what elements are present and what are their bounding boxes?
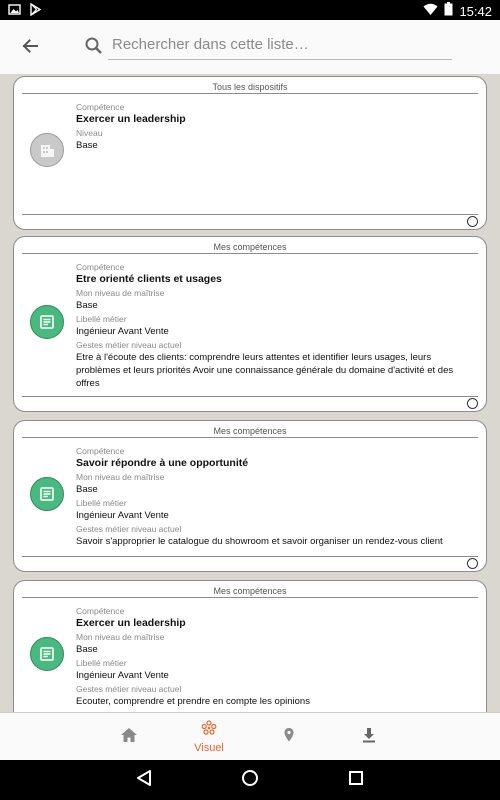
gallery-notification-icon (8, 3, 21, 21)
field-label: Mon niveau de maîtrise (76, 288, 165, 298)
system-back-button[interactable] (134, 769, 154, 792)
search-input[interactable] (108, 30, 452, 60)
field-value: Savoir s'approprier le catalogue du show… (76, 536, 443, 547)
competence-list[interactable]: Tous les dispositifs Compétence Exercer … (0, 74, 500, 712)
field-label: Compétence (76, 606, 125, 616)
battery-icon (444, 2, 453, 21)
divider (22, 437, 478, 438)
divider (22, 93, 478, 94)
square-recents-icon (348, 770, 364, 791)
field-value: Etre à l'écoute des clients: comprendre … (76, 352, 454, 389)
list-card[interactable]: Mes compétences Compétence Etre orienté … (13, 236, 487, 412)
field-label: Mon niveau de maîtrise (76, 472, 165, 482)
bottom-navigation: Visuel (0, 712, 500, 760)
document-icon (30, 637, 64, 671)
field-value: Base (76, 300, 98, 311)
card-body: Compétence Etre orienté clients et usage… (76, 261, 476, 391)
divider (22, 214, 478, 215)
location-pin-icon (283, 727, 295, 748)
play-store-notification-icon (29, 2, 42, 21)
competence-title: Etre orienté clients et usages (76, 273, 222, 285)
nav-home[interactable] (99, 713, 159, 761)
nav-label: Visuel (194, 742, 224, 754)
field-value: Ingénieur Avant Vente (76, 510, 169, 521)
field-value: Ingénieur Avant Vente (76, 670, 169, 681)
wifi-icon (423, 3, 438, 21)
status-bar: 15:42 (0, 0, 500, 20)
field-label: Libellé métier (76, 658, 127, 668)
divider (22, 253, 478, 254)
system-home-button[interactable] (240, 769, 260, 792)
list-card[interactable]: Mes compétences Compétence Savoir répond… (13, 420, 487, 572)
divider (22, 396, 478, 397)
field-value: Base (76, 644, 98, 655)
card-body: Compétence Exercer un leadership Mon niv… (76, 605, 476, 709)
triangle-back-icon (136, 769, 152, 792)
card-header: Mes compétences (213, 242, 287, 252)
nav-location[interactable] (259, 713, 319, 761)
select-radio[interactable] (467, 398, 478, 409)
card-header: Mes compétences (213, 586, 287, 596)
field-label: Libellé métier (76, 498, 127, 508)
card-body: Compétence Savoir répondre à une opportu… (76, 445, 476, 549)
back-button[interactable] (16, 34, 44, 62)
select-radio[interactable] (467, 558, 478, 569)
divider (22, 556, 478, 557)
field-label: Libellé métier (76, 314, 127, 324)
competence-title: Exercer un leadership (76, 113, 186, 125)
flower-icon (201, 720, 217, 741)
document-icon (30, 305, 64, 339)
building-icon (30, 133, 64, 167)
field-label: Gestes métier niveau actuel (76, 524, 182, 534)
field-label: Gestes métier niveau actuel (76, 340, 182, 350)
field-label: Compétence (76, 102, 125, 112)
card-header: Mes compétences (213, 426, 287, 436)
system-navigation-bar (0, 760, 500, 800)
field-value: Base (76, 140, 98, 151)
list-card[interactable]: Tous les dispositifs Compétence Exercer … (13, 76, 487, 230)
field-label: Gestes métier niveau actuel (76, 684, 182, 694)
document-icon (30, 477, 64, 511)
field-value: Base (76, 484, 98, 495)
competence-title: Exercer un leadership (76, 617, 186, 629)
field-label: Mon niveau de maîtrise (76, 632, 165, 642)
field-label: Niveau (76, 128, 103, 138)
search-header (0, 20, 500, 74)
field-label: Compétence (76, 262, 125, 272)
system-recents-button[interactable] (346, 770, 366, 790)
card-header: Tous les dispositifs (212, 82, 288, 92)
list-card[interactable]: Mes compétences Compétence Exercer un le… (13, 580, 487, 712)
select-radio[interactable] (467, 216, 478, 227)
nav-download[interactable] (339, 713, 399, 761)
field-value: Ecouter, comprendre et prendre en compte… (76, 696, 310, 707)
home-icon (120, 727, 138, 748)
nav-visuel[interactable]: Visuel (179, 713, 239, 761)
divider (22, 597, 478, 598)
download-icon (362, 727, 376, 748)
competence-title: Savoir répondre à une opportunité (76, 457, 249, 469)
arrow-back-icon (21, 37, 39, 60)
circle-home-icon (241, 769, 259, 792)
field-value: Ingénieur Avant Vente (76, 326, 169, 337)
search-icon (84, 36, 104, 56)
field-label: Compétence (76, 446, 125, 456)
card-body: Compétence Exercer un leadership Niveau … (76, 101, 476, 153)
clock: 15:42 (459, 4, 492, 19)
